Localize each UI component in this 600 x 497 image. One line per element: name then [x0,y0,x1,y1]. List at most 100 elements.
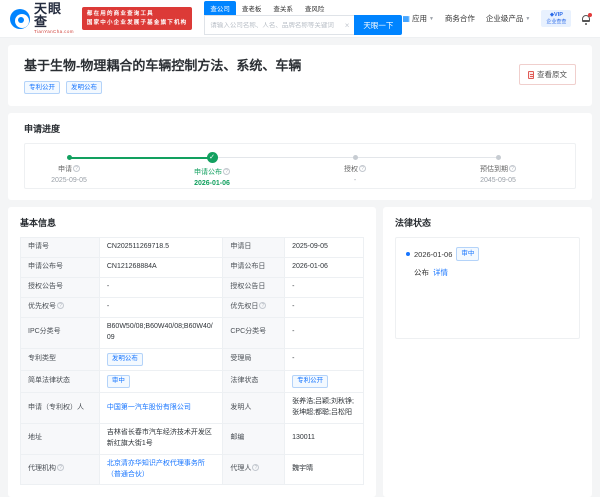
status-tag: 发明公布 [106,352,143,366]
search-tab-0[interactable]: 查公司 [204,1,236,15]
field-label: IPC分类号 [20,316,100,349]
info-icon[interactable]: ? [359,165,366,173]
table-row: 地址 吉林省长春市汽车经济技术开发区新红旗大街1号 邮编 130011 [20,423,364,455]
view-original-button[interactable]: 查看原文 [519,64,576,86]
legal-status-heading: 法律状态 [395,218,432,229]
field-value: 吉林省长春市汽车经济技术开发区新红旗大街1号 [98,423,224,455]
field-label: 发明人 [222,392,286,425]
notification-dot [588,13,593,17]
field-label: 申请公布日 [222,257,286,279]
clear-icon[interactable]: × [345,21,350,30]
progress-step-0: 申请? 2025-09-05 [29,144,109,184]
basic-info-tbody: 申请号 CN202511269718.5 申请日 2025-09-05 申请公布号 CN1… [20,237,364,486]
search-tab-2[interactable]: 查关系 [267,1,299,15]
field-value: 魏宇晴 [284,453,364,486]
field-value: - [284,347,364,371]
entity-link[interactable]: 中国第一汽车股份有限公司 [107,404,191,411]
promo-line2: 国家中小企业发展子基金旗下机构 [86,19,188,26]
field-value: 北京清亦华知识产权代理事务所（普通合伙） [98,453,224,486]
status-tag: 审中 [456,247,480,261]
table-row: 代理机构? 北京清亦华知识产权代理事务所（普通合伙） 代理人? 魏宇晴 [20,453,364,486]
info-icon[interactable]: ? [223,168,230,176]
progress-step-2: 授权? - [315,144,395,184]
field-label: 申请公布号 [20,257,100,279]
nav-enterprise[interactable]: 企业级产品 ▼ [486,13,530,24]
step-label: 授权? [315,164,395,174]
progress-step-1: ✓ 申请公布? 2026-01-06 [172,144,252,187]
document-icon [528,70,534,79]
step-label: 申请公布? [172,167,252,177]
field-value: - [98,277,224,298]
header-nav: ▦ 应用 ▼ 商务合作 企业级产品 ▼ ◆VIP 企业查查 此处有... ▼ [402,9,600,28]
page-title: 基于生物-物理耦合的车辆控制方法、系统、车辆 [24,58,302,73]
field-value: - [284,316,364,349]
chevron-down-icon: ▼ [428,15,434,22]
field-label: 受理局 [222,347,286,371]
step-date: 2025-09-05 [51,177,87,185]
legal-status-date: 2026-01-06 [414,249,453,259]
grid-icon: ▦ [402,13,410,23]
field-label: 优先权号? [20,296,100,318]
application-progress-card: 申请进度 申请? 2025-09-05 ✓ 申请公布? 2026-01-06 授权? - 预估… [8,113,592,201]
basic-info-table: 申请号 CN202511269718.5 申请日 2025-09-05 申请公布号 CN1… [20,237,364,486]
info-icon[interactable]: ? [259,301,267,309]
basic-info-card: 基本信息 申请号 CN202511269718.5 申请日 2025-09-05 申请公… [8,207,376,497]
tianyancha-logo[interactable]: 天眼查 TianYanCha.com [10,2,74,35]
field-label: 地址 [20,423,100,455]
field-label: 代理机构? [20,453,100,486]
info-icon[interactable]: ? [252,464,260,472]
legal-status-desc: 公布 [414,267,429,277]
progress-step-3: 预估到期? 2045-09-05 [458,144,538,184]
step-date: 2045-09-05 [480,177,516,185]
info-icon[interactable]: ? [57,464,64,472]
tianyancha-logo-icon [10,8,30,29]
field-value: - [98,296,224,318]
search-tabs: 查公司 查老板 查关系 查风险 [204,1,402,15]
step-date: - [353,177,357,185]
field-label: 申请号 [20,237,100,259]
logo-subtitle: TianYanCha.com [34,29,74,35]
bullet-dot [406,252,410,257]
patent-title-card: 基于生物-物理耦合的车辆控制方法、系统、车辆 专利公开 发明公布 查看原文 [8,45,592,107]
legal-status-item: 2026-01-06 审中公布 详情 [406,247,569,277]
basic-info-heading: 基本信息 [20,218,57,229]
search-tab-1[interactable]: 查老板 [236,1,268,15]
status-tag: 专利公开 [292,374,329,389]
info-icon[interactable]: ? [73,165,80,173]
top-header: 天眼查 TianYanCha.com 都在用的商业查询工具 国家中小企业发展子基… [0,0,600,38]
search-input[interactable] [210,21,343,29]
field-label: 优先权日? [222,296,286,318]
step-date: 2026-01-06 [194,180,230,188]
progress-heading: 申请进度 [24,124,61,135]
field-label: 专利类型 [20,347,100,371]
title-tags: 专利公开 发明公布 [24,81,519,95]
info-icon[interactable]: ? [509,165,516,173]
nav-apps[interactable]: ▦ 应用 ▼ [402,13,434,24]
info-icon[interactable]: ? [57,301,64,309]
field-label: 邮编 [222,423,286,455]
chevron-down-icon: ▼ [525,15,531,22]
field-label: 授权公告号 [20,277,100,298]
search-tab-3[interactable]: 查风险 [299,1,331,15]
table-row: 优先权号? - 优先权日? - [20,296,364,318]
table-row: 专利类型 发明公布 受理局 - [20,347,364,371]
detail-link[interactable]: 详情 [433,267,448,278]
step-dot [352,155,358,161]
progress-timeline: 申请? 2025-09-05 ✓ 申请公布? 2026-01-06 授权? - 预估到期? 20… [24,143,576,190]
patent-tag: 专利公开 [24,81,60,95]
nav-cooperation[interactable]: 商务合作 [445,13,475,24]
field-value: 2025-09-05 [284,237,364,259]
field-value: - [284,296,364,318]
table-row: 授权公告号 - 授权公告日 - [20,277,364,298]
patent-tag: 发明公布 [66,81,102,95]
field-label: 申请日 [222,237,286,259]
search-button[interactable]: 天眼一下 [354,15,403,35]
field-value: CN202511269718.5 [98,237,224,259]
notification-bell-icon[interactable] [582,13,593,22]
field-value: 中国第一汽车股份有限公司 [98,392,224,425]
vip-badge[interactable]: ◆VIP 企业查查 [541,9,572,28]
entity-link[interactable]: 北京清亦华知识产权代理事务所（普通合伙） [107,460,205,478]
table-row: 简单法律状态 审中 法律状态 专利公开 [20,369,364,394]
field-label: 申请（专利权）人 [20,392,100,425]
status-tag: 审中 [106,374,130,389]
